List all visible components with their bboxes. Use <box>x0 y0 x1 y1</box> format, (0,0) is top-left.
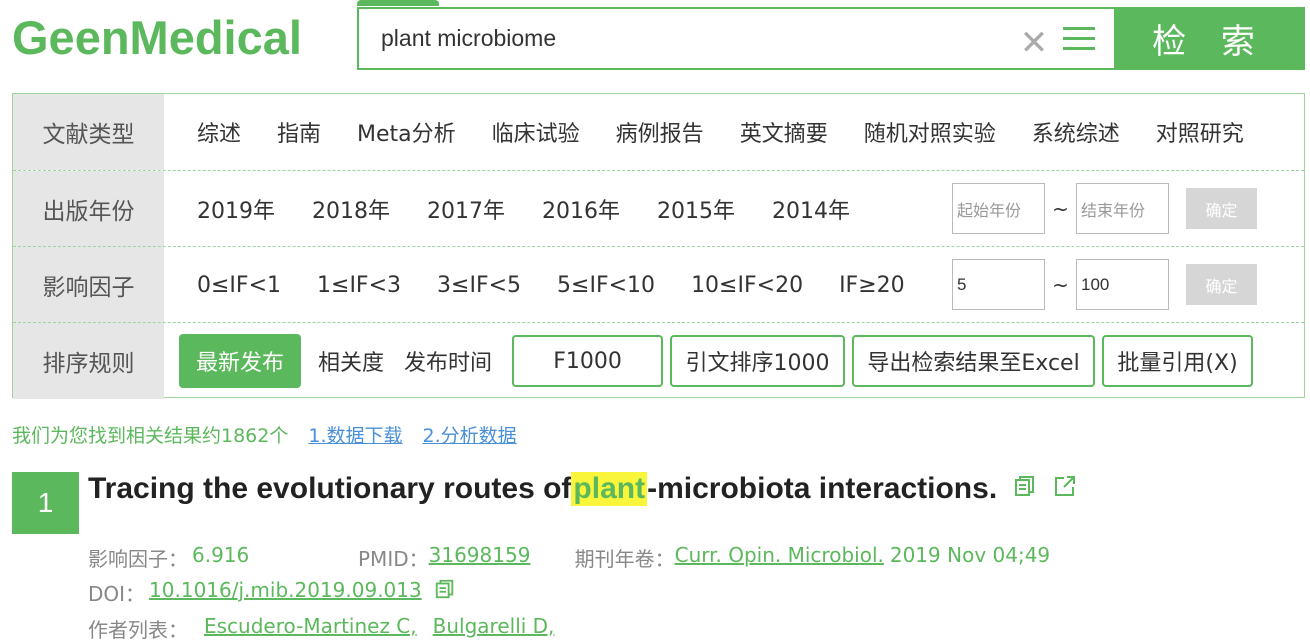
pmid-link[interactable]: 31698159 <box>429 543 575 572</box>
start-year-input[interactable]: 起始年份 <box>952 183 1045 234</box>
result-title[interactable]: Tracing the evolutionary routes of plant… <box>88 472 1077 506</box>
year-2015[interactable]: 2015年 <box>657 193 735 225</box>
filter-row-doc-type: 文献类型 综述 指南 Meta分析 临床试验 病例报告 英文摘要 随机对照实验 … <box>13 94 1304 170</box>
filter-panel: 文献类型 综述 指南 Meta分析 临床试验 病例报告 英文摘要 随机对照实验 … <box>12 93 1305 399</box>
result-title-pre: Tracing the evolutionary routes of <box>88 472 572 505</box>
doi-label: DOI： <box>88 582 146 606</box>
result-index-badge: 1 <box>12 472 79 534</box>
impact-value: 6.916 <box>192 543 250 567</box>
result-title-highlight: plant <box>571 472 648 506</box>
logo[interactable]: GeenMedical <box>12 10 302 65</box>
author-link[interactable]: Bulgarelli D, <box>433 614 555 643</box>
year-2018[interactable]: 2018年 <box>312 193 390 225</box>
sort-pub-time[interactable]: 发布时间 <box>404 345 492 377</box>
sort-citation-button[interactable]: 引文排序1000 <box>670 335 846 387</box>
year-2014[interactable]: 2014年 <box>772 193 850 225</box>
sort-latest-button[interactable]: 最新发布 <box>179 334 302 388</box>
sort-relevance[interactable]: 相关度 <box>318 345 384 377</box>
filter-row-year: 出版年份 2019年 2018年 2017年 2016年 2015年 2014年… <box>13 171 1304 247</box>
filter-row-sort: 排序规则 最新发布 相关度 发布时间 F1000 引文排序1000 导出检索结果… <box>13 323 1304 399</box>
search-input[interactable] <box>359 9 1014 68</box>
authors-label: 作者列表： <box>88 618 188 642</box>
impact-5-10[interactable]: 5≤IF<10 <box>557 273 655 298</box>
doc-type-systematic-review[interactable]: 系统综述 <box>1032 116 1120 148</box>
end-year-input[interactable]: 结束年份 <box>1076 183 1169 234</box>
year-2016[interactable]: 2016年 <box>542 193 620 225</box>
impact-20-plus[interactable]: IF≥20 <box>839 273 905 298</box>
filter-label-impact: 影响因子 <box>13 247 164 323</box>
result-count: 我们为您找到相关结果约1862个 <box>12 425 289 447</box>
impact-1-3[interactable]: 1≤IF<3 <box>317 273 401 298</box>
copy-icon[interactable] <box>1013 472 1037 506</box>
range-separator: ~ <box>1052 196 1069 221</box>
journal-date: 2019 Nov 04;49 <box>889 543 1051 567</box>
doi-link[interactable]: 10.1016/j.mib.2019.09.013 <box>149 578 422 607</box>
doc-type-english-abstract[interactable]: 英文摘要 <box>740 116 828 148</box>
batch-cite-button[interactable]: 批量引用(X) <box>1102 335 1254 387</box>
filter-label-year: 出版年份 <box>13 171 164 247</box>
sort-f1000-button[interactable]: F1000 <box>512 335 664 387</box>
result-meta-row-3: 作者列表： Escudero-Martinez C, Bulgarelli D, <box>88 614 554 643</box>
impact-0-1[interactable]: 0≤IF<1 <box>197 273 281 298</box>
year-2017[interactable]: 2017年 <box>427 193 505 225</box>
copy-doi-icon[interactable] <box>434 578 456 607</box>
result-summary: 我们为您找到相关结果约1862个 1.数据下载 2.分析数据 <box>12 421 517 448</box>
doc-type-clinical-trial[interactable]: 临床试验 <box>492 116 580 148</box>
clear-icon[interactable]: ✕ <box>1014 17 1054 68</box>
filter-label-sort: 排序规则 <box>13 323 164 399</box>
search-bar: ✕ 检 索 <box>357 7 1305 70</box>
data-download-link[interactable]: 1.数据下载 <box>308 421 402 448</box>
impact-min-input[interactable]: 5 <box>952 259 1045 310</box>
filter-row-impact: 影响因子 0≤IF<1 1≤IF<3 3≤IF<5 5≤IF<10 10≤IF<… <box>13 247 1304 323</box>
doc-type-controlled-study[interactable]: 对照研究 <box>1156 116 1244 148</box>
journal-label: 期刊年卷： <box>574 547 675 571</box>
result-meta-row-2: DOI： 10.1016/j.mib.2019.09.013 <box>88 578 456 607</box>
journal-link[interactable]: Curr. Opin. Microbiol. <box>675 543 884 572</box>
year-confirm-button[interactable]: 确定 <box>1186 188 1257 229</box>
search-tab-indicator <box>357 0 439 6</box>
result-title-post: -microbiota interactions. <box>647 472 998 505</box>
pmid-label: PMID： <box>358 547 429 571</box>
doc-type-case-report[interactable]: 病例报告 <box>616 116 704 148</box>
doc-type-review[interactable]: 综述 <box>197 116 241 148</box>
impact-3-5[interactable]: 3≤IF<5 <box>437 273 521 298</box>
filter-label-doc-type: 文献类型 <box>13 94 164 170</box>
doc-type-guideline[interactable]: 指南 <box>277 116 321 148</box>
author-link[interactable]: Escudero-Martinez C, <box>204 614 417 643</box>
menu-icon[interactable] <box>1054 9 1104 68</box>
impact-label: 影响因子： <box>88 547 188 571</box>
doc-type-meta[interactable]: Meta分析 <box>357 116 456 148</box>
search-button[interactable]: 检 索 <box>1114 7 1305 70</box>
export-excel-button[interactable]: 导出检索结果至Excel <box>852 335 1096 387</box>
doc-type-rct[interactable]: 随机对照实验 <box>864 116 996 148</box>
year-2019[interactable]: 2019年 <box>197 193 275 225</box>
analyze-data-link[interactable]: 2.分析数据 <box>423 421 517 448</box>
external-link-icon[interactable] <box>1053 472 1077 506</box>
range-separator: ~ <box>1052 272 1069 297</box>
impact-max-input[interactable]: 100 <box>1076 259 1169 310</box>
result-meta-row-1: 影响因子： 6.916 PMID： 31698159 期刊年卷： Curr. O… <box>88 543 1050 572</box>
impact-10-20[interactable]: 10≤IF<20 <box>691 273 803 298</box>
impact-confirm-button[interactable]: 确定 <box>1186 264 1257 305</box>
